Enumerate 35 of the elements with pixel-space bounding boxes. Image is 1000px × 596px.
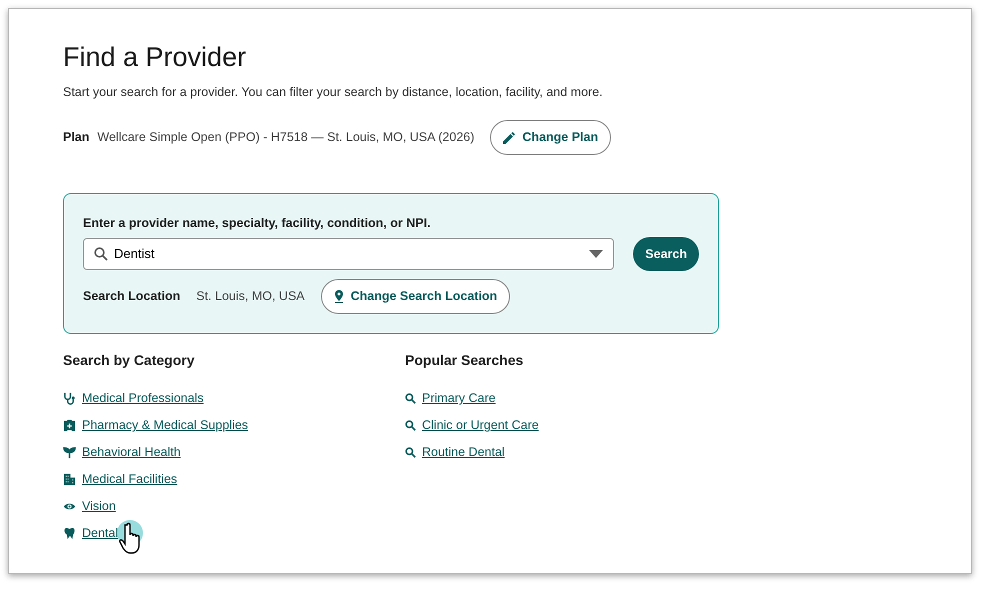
search-icon	[94, 247, 108, 262]
building-icon	[63, 473, 76, 486]
search-input[interactable]: Dentist	[114, 244, 584, 264]
search-icon	[405, 447, 416, 458]
sprout-icon	[63, 446, 76, 460]
plan-label: Plan	[63, 129, 90, 146]
category-link[interactable]: Medical Professionals	[82, 389, 204, 408]
plan-name: Wellcare Simple Open (PPO) - H7518 — St. Louis, MO, USA (2026)	[97, 129, 474, 146]
category-link[interactable]: Behavioral Health	[82, 443, 181, 462]
change-location-button[interactable]: Change Search Location	[320, 279, 510, 314]
popular-search-link[interactable]: Clinic or Urgent Care	[422, 416, 539, 436]
search-location-label: Search Location	[83, 288, 180, 306]
pharmacy-icon	[63, 419, 76, 432]
change-plan-button[interactable]: Change Plan	[490, 120, 612, 155]
dropdown-caret-icon[interactable]	[589, 250, 604, 258]
category-link[interactable]: Medical Facilities	[82, 470, 178, 490]
search-button[interactable]: Search	[633, 236, 699, 272]
page-title: Find a Provider	[63, 41, 248, 74]
search-icon	[405, 393, 416, 404]
search-field[interactable]: Dentist	[83, 238, 614, 270]
tooth-icon	[63, 527, 76, 540]
category-link[interactable]: Vision	[82, 497, 116, 516]
search-icon	[405, 420, 416, 432]
popular-search-link[interactable]: Routine Dental	[422, 443, 505, 462]
search-label: Enter a provider name, specialty, facility, condition, or NPI.	[83, 214, 432, 232]
section-heading: Popular Searches	[405, 351, 524, 370]
category-link[interactable]: Pharmacy & Medical Supplies	[82, 416, 248, 436]
category-link[interactable]: Dental	[82, 524, 118, 544]
stethoscope-icon	[63, 392, 76, 406]
location-pin-icon	[334, 290, 344, 304]
search-location-value: St. Louis, MO, USA	[196, 288, 305, 306]
pencil-icon	[503, 132, 516, 144]
section-heading: Search by Category	[63, 351, 196, 370]
page-description: Start your search for a provider. You can filter your search by distance, location, facility, and more.	[63, 84, 604, 102]
popular-search-link[interactable]: Primary Care	[422, 389, 496, 408]
